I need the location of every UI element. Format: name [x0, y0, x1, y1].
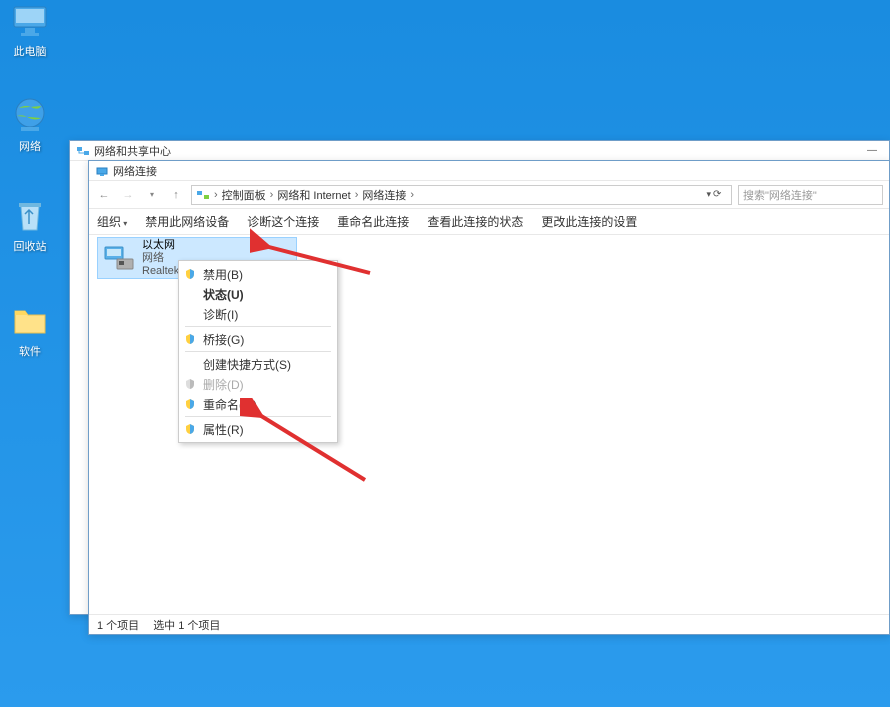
- shield-icon: [183, 332, 197, 346]
- ctx-properties[interactable]: 属性(R): [179, 419, 337, 439]
- pc-icon: [10, 0, 50, 40]
- connection-text: 以太网 网络 Realtek: [142, 239, 179, 278]
- connection-device: Realtek: [142, 265, 179, 278]
- desktop-icon-label: 此电脑: [0, 43, 60, 59]
- ctx-delete: 删除(D): [179, 374, 337, 394]
- cmd-rename[interactable]: 重命名此连接: [337, 213, 409, 230]
- separator: [185, 351, 331, 352]
- desktop-icon-recycle-bin[interactable]: 回收站: [0, 195, 60, 254]
- up-button[interactable]: ↑: [167, 186, 185, 204]
- window-title: 网络连接: [113, 163, 157, 179]
- connection-status: 网络: [142, 252, 179, 265]
- desktop-icon-label: 软件: [0, 343, 60, 359]
- ctx-shortcut[interactable]: 创建快捷方式(S): [179, 354, 337, 374]
- breadcrumb-item[interactable]: 网络和 Internet: [277, 187, 350, 203]
- shield-icon: [183, 377, 197, 391]
- back-button[interactable]: ←: [95, 186, 113, 204]
- breadcrumb-item[interactable]: 控制面板: [222, 187, 266, 203]
- desktop-icon-label: 回收站: [0, 238, 60, 254]
- search-input[interactable]: 搜索"网络连接": [738, 185, 883, 205]
- titlebar[interactable]: 网络连接: [89, 161, 889, 181]
- breadcrumb-icon: [196, 188, 210, 202]
- separator: [185, 326, 331, 327]
- status-selected-count: 选中 1 个项目: [153, 617, 220, 633]
- network-center-icon: [76, 144, 90, 158]
- ctx-diagnose[interactable]: 诊断(I): [179, 304, 337, 324]
- desktop-icon-this-pc[interactable]: 此电脑: [0, 0, 60, 59]
- search-placeholder: 搜索"网络连接": [743, 187, 817, 203]
- refresh-icon[interactable]: ⟳: [713, 189, 727, 200]
- connection-name: 以太网: [142, 239, 179, 252]
- titlebar[interactable]: 网络和共享中心 —: [70, 141, 889, 161]
- chevron-right-icon: ›: [410, 189, 414, 201]
- shield-icon: [183, 397, 197, 411]
- recent-dropdown[interactable]: ▾: [143, 186, 161, 204]
- status-item-count: 1 个项目: [97, 617, 139, 633]
- window-title: 网络和共享中心: [94, 143, 171, 159]
- command-bar: 组织 禁用此网络设备 诊断这个连接 重命名此连接 查看此连接的状态 更改此连接的…: [89, 209, 889, 235]
- chevron-right-icon: ›: [355, 189, 359, 201]
- globe-icon: [10, 95, 50, 135]
- cmd-diagnose[interactable]: 诊断这个连接: [247, 213, 319, 230]
- recycle-bin-icon: [10, 195, 50, 235]
- cmd-settings[interactable]: 更改此连接的设置: [541, 213, 637, 230]
- ctx-rename[interactable]: 重命名(M): [179, 394, 337, 414]
- desktop-icon-label: 网络: [0, 138, 60, 154]
- cmd-disable[interactable]: 禁用此网络设备: [145, 213, 229, 230]
- context-menu: 禁用(B) 状态(U) 诊断(I) 桥接(G) 创建快捷方式(S) 删除(D) …: [178, 260, 338, 443]
- cmd-status[interactable]: 查看此连接的状态: [427, 213, 523, 230]
- ctx-disable[interactable]: 禁用(B): [179, 264, 337, 284]
- minimize-button[interactable]: —: [861, 142, 883, 160]
- chevron-right-icon: ›: [214, 189, 218, 201]
- ctx-bridge[interactable]: 桥接(G): [179, 329, 337, 349]
- separator: [185, 416, 331, 417]
- folder-icon: [10, 300, 50, 340]
- forward-button[interactable]: →: [119, 186, 137, 204]
- chevron-right-icon: ›: [270, 189, 274, 201]
- desktop-icon-network[interactable]: 网络: [0, 95, 60, 154]
- ctx-status[interactable]: 状态(U): [179, 284, 337, 304]
- cmd-organize[interactable]: 组织: [97, 213, 127, 230]
- shield-icon: [183, 267, 197, 281]
- chevron-down-icon[interactable]: ▾: [706, 189, 711, 200]
- status-bar: 1 个项目 选中 1 个项目: [89, 614, 889, 634]
- network-connections-icon: [95, 164, 109, 178]
- desktop-icon-software[interactable]: 软件: [0, 300, 60, 359]
- shield-icon: [183, 422, 197, 436]
- nav-row: ← → ▾ ↑ › 控制面板 › 网络和 Internet › 网络连接 › ▾…: [89, 181, 889, 209]
- breadcrumb-item[interactable]: 网络连接: [362, 187, 406, 203]
- ethernet-adapter-icon: [102, 240, 138, 276]
- breadcrumb[interactable]: › 控制面板 › 网络和 Internet › 网络连接 › ▾ ⟳: [191, 185, 732, 205]
